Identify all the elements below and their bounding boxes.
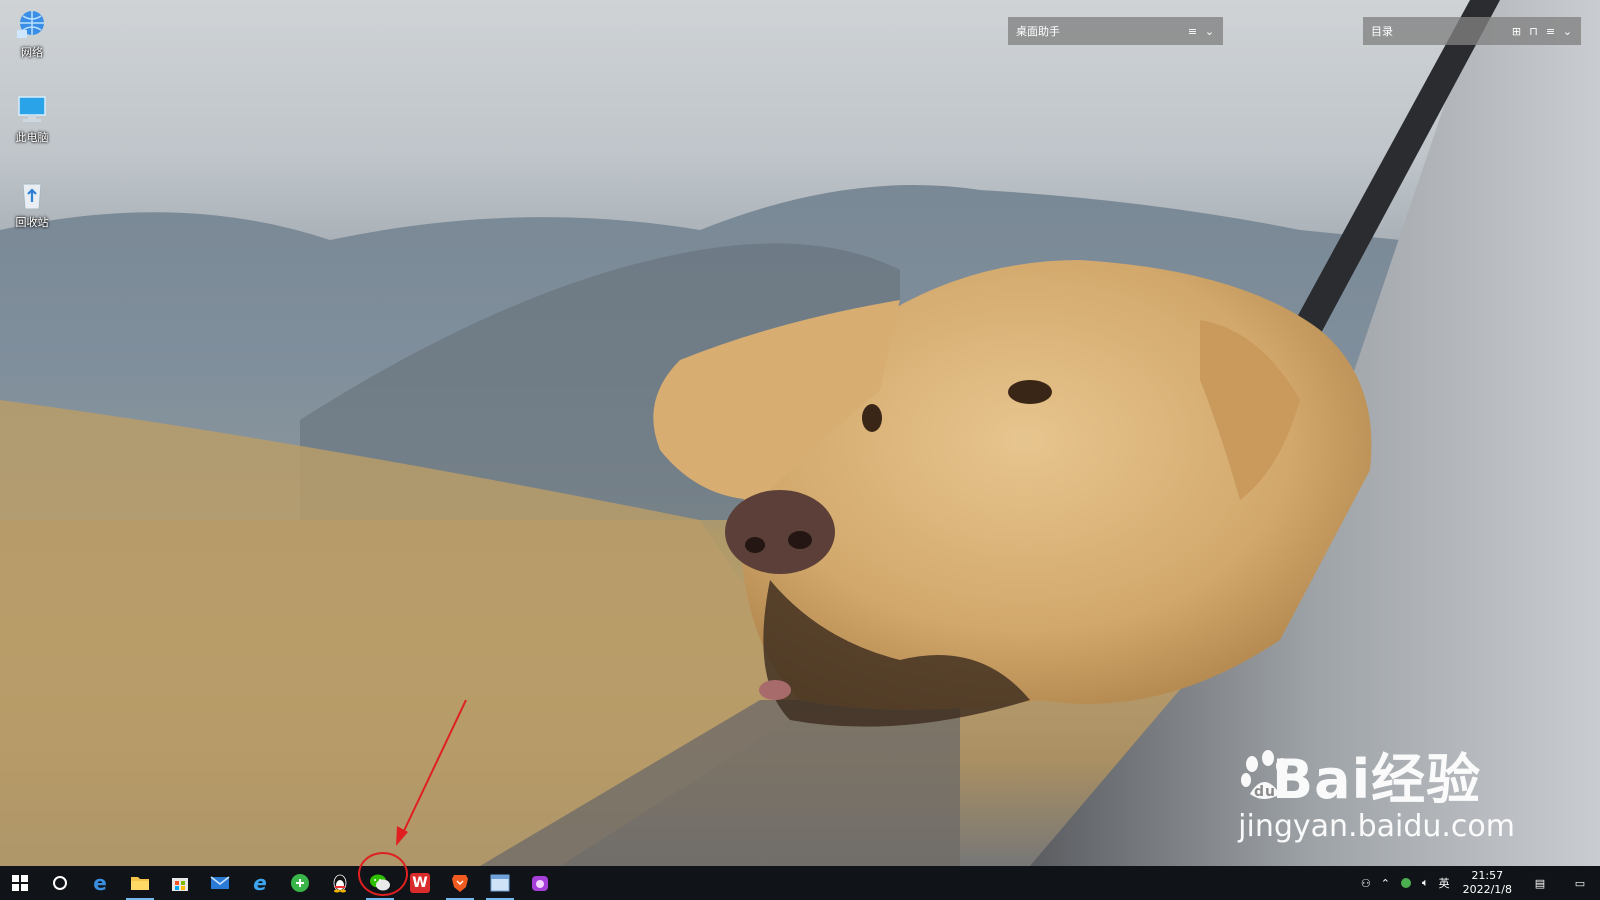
folder-icon (131, 877, 149, 890)
volume-icon[interactable]: 🔈︎ (1417, 866, 1434, 900)
menu-icon[interactable]: ≡ (1545, 25, 1556, 38)
app-window-button[interactable] (480, 866, 520, 900)
store-button[interactable] (160, 866, 200, 900)
wechat-icon (370, 874, 390, 891)
action-center-icon[interactable]: ▭ (1560, 866, 1600, 900)
ie-button[interactable]: e (240, 866, 280, 900)
widget-controls: ⊞ ⊓ ≡ ⌄ (1511, 25, 1573, 38)
search-button[interactable] (40, 866, 80, 900)
window-icon (490, 874, 510, 892)
desktop-icon-network[interactable]: 网络 (8, 8, 56, 60)
desktop-icon-this-pc[interactable]: 此电脑 (8, 93, 56, 145)
svg-text:du: du (1254, 784, 1276, 800)
wechat-button[interactable] (360, 866, 400, 900)
notes-icon[interactable]: ▤ (1520, 866, 1560, 900)
desktop-icon-label: 网络 (21, 46, 43, 59)
purple-camera-icon (532, 876, 548, 891)
lock-icon[interactable]: ⊓ (1528, 25, 1539, 38)
desktop-wallpaper: Bai du 经验 jingyan.baidu.com (0, 0, 1600, 866)
brave-button[interactable] (440, 866, 480, 900)
ie-icon: e (253, 871, 267, 895)
widget-title: 目录 (1371, 25, 1393, 38)
baidu-watermark: Bai du 经验 jingyan.baidu.com (1238, 750, 1515, 844)
menu-icon[interactable]: ≡ (1187, 25, 1198, 38)
mail-icon (210, 876, 230, 889)
mail-button[interactable] (200, 866, 240, 900)
baidu-url: jingyan.baidu.com (1238, 809, 1515, 844)
people-icon[interactable]: ⚇ (1356, 866, 1376, 900)
brave-lion-icon (452, 875, 468, 892)
clock-date: 2022/1/8 (1462, 883, 1512, 896)
qq-button[interactable] (320, 866, 360, 900)
ime-indicator[interactable]: 英 (1434, 866, 1455, 900)
qq-penguin-icon (333, 874, 347, 893)
store-icon (172, 878, 188, 891)
green-app-button[interactable] (280, 866, 320, 900)
edge-button[interactable]: e (80, 866, 120, 900)
desktop-icon-recycle-bin[interactable]: 回收站 (8, 178, 56, 230)
this-pc-icon (18, 96, 46, 122)
start-button[interactable] (0, 866, 40, 900)
file-explorer-button[interactable] (120, 866, 160, 900)
grid-icon[interactable]: ⊞ (1511, 25, 1522, 38)
network-status-icon[interactable] (1395, 866, 1417, 900)
baidu-paw-icon: du (1241, 750, 1289, 800)
widget-controls: ≡ ⌄ (1187, 25, 1215, 38)
green-circle-icon (291, 874, 309, 892)
taskbar: e e W ⚇ ⌃ 🔈︎ 英 21:57 2022/1/8 ▤ ▭ (0, 866, 1600, 900)
wps-button[interactable]: W (400, 866, 440, 900)
clock-time: 21:57 (1471, 869, 1504, 882)
edge-icon: e (93, 871, 107, 895)
chevron-down-icon[interactable]: ⌄ (1562, 25, 1573, 38)
cortana-circle-icon (53, 876, 67, 890)
wps-icon: W (410, 873, 430, 893)
chevron-down-icon[interactable]: ⌄ (1204, 25, 1215, 38)
recycle-bin-icon (22, 183, 42, 210)
desktop-icon-label: 此电脑 (15, 131, 49, 144)
dog-photo (0, 0, 1600, 866)
desktop-icon-label: 回收站 (15, 216, 49, 229)
camera-app-button[interactable] (520, 866, 560, 900)
widget-title: 桌面助手 (1016, 25, 1060, 38)
system-tray: ⚇ ⌃ 🔈︎ 英 21:57 2022/1/8 ▤ ▭ (1356, 866, 1600, 900)
show-hidden-icons-chevron-up-icon[interactable]: ⌃ (1376, 866, 1395, 900)
clock[interactable]: 21:57 2022/1/8 (1455, 869, 1520, 897)
baidu-jingyan-logo: Bai du 经验 (1238, 750, 1515, 810)
catalog-widget[interactable]: 目录 ⊞ ⊓ ≡ ⌄ (1363, 17, 1581, 45)
desktop-assistant-widget[interactable]: 桌面助手 ≡ ⌄ (1008, 17, 1223, 45)
network-icon (17, 11, 44, 38)
windows-logo-icon (12, 875, 28, 891)
